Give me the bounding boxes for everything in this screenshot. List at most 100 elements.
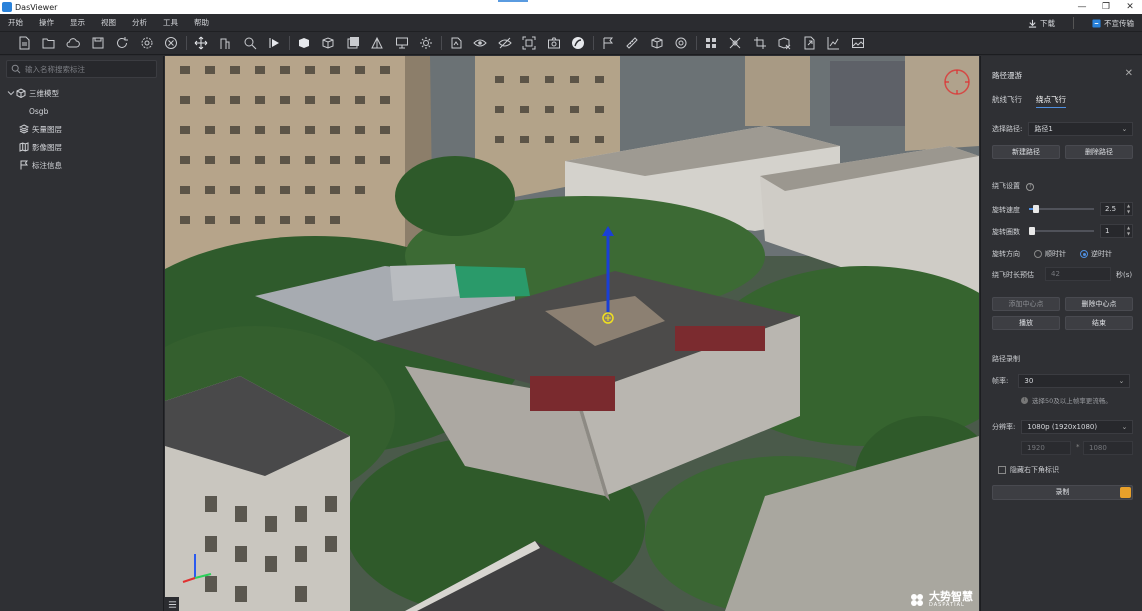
search-icon — [11, 64, 21, 74]
help-icon[interactable]: ? — [1026, 183, 1035, 191]
path-select[interactable]: 路径1 ⌄ — [1028, 122, 1134, 136]
cloud-icon[interactable] — [61, 33, 86, 53]
no-border-button[interactable]: 不宣传输 — [1092, 18, 1134, 29]
menu-start[interactable]: 开始 — [0, 14, 31, 32]
axis-toggle-icon[interactable] — [165, 597, 179, 611]
tab-orbit-flight[interactable]: 绕点飞行 — [1036, 94, 1066, 108]
frame-icon[interactable] — [517, 33, 542, 53]
image-icon[interactable] — [846, 33, 871, 53]
box-cut-icon[interactable] — [772, 33, 797, 53]
view-hide-icon[interactable] — [493, 33, 518, 53]
new-path-button[interactable]: 新建路径 — [992, 145, 1060, 159]
flag-icon[interactable] — [596, 33, 621, 53]
layer-tree: 三维模型 Osgb 矢量图层 影像图层 标注信息 — [0, 84, 164, 174]
search-input[interactable] — [25, 64, 155, 74]
3d-scene[interactable] — [165, 56, 979, 611]
resolution-value: 1080p (1920x1080) — [1027, 423, 1098, 431]
fps-select[interactable]: 30 ⌄ — [1018, 374, 1131, 388]
rotate-count-input[interactable]: 1 ▲ ▼ — [1100, 224, 1133, 238]
grid-icon[interactable] — [699, 33, 724, 53]
close-circle-icon[interactable] — [159, 33, 184, 53]
record-icon — [1120, 487, 1131, 498]
record-label: 录制 — [1055, 488, 1070, 496]
menu-help[interactable]: 帮助 — [186, 14, 217, 32]
chevron-down-icon[interactable] — [6, 88, 16, 98]
export-icon[interactable] — [797, 33, 822, 53]
cube-layers-icon[interactable] — [341, 33, 366, 53]
save-icon[interactable] — [86, 33, 111, 53]
3d-viewport[interactable]: 大势智慧 DASPATIAL — [165, 56, 979, 611]
rotate-icon[interactable] — [444, 33, 469, 53]
tree-item-vector[interactable]: 矢量图层 — [0, 120, 164, 138]
menu-analysis[interactable]: 分析 — [124, 14, 155, 32]
rotate-count-value: 1 — [1105, 227, 1110, 235]
new-file-icon[interactable] — [12, 33, 37, 53]
watermark-main: 大势智慧 — [929, 590, 973, 603]
settings-icon[interactable] — [135, 33, 160, 53]
record-button[interactable]: 录制 — [992, 485, 1133, 500]
tree-item-3d-model[interactable]: 三维模型 — [0, 84, 164, 102]
ruler-icon[interactable] — [620, 33, 645, 53]
tree-item-osgb[interactable]: Osgb — [0, 102, 164, 120]
hide-corner-checkbox[interactable] — [998, 466, 1006, 474]
tree-item-imagery[interactable]: 影像图层 — [0, 138, 164, 156]
tree-item-annotations[interactable]: 标注信息 — [0, 156, 164, 174]
menu-tools[interactable]: 工具 — [155, 14, 186, 32]
share-icon — [1092, 18, 1101, 28]
flag-icon — [20, 160, 28, 170]
app-logo-icon — [2, 2, 12, 12]
monitor-icon[interactable] — [390, 33, 415, 53]
daspatial-logo-icon — [911, 593, 923, 606]
add-center-button[interactable]: 添加中心点 — [992, 297, 1060, 311]
tab-route-flight[interactable]: 航线飞行 — [992, 94, 1022, 108]
menu-view[interactable]: 视图 — [93, 14, 124, 32]
pyramid-icon[interactable] — [365, 33, 390, 53]
rotate-count-slider[interactable] — [1029, 227, 1035, 235]
direction-cw-option[interactable]: 顺时针 — [1034, 249, 1066, 259]
cube-solid-icon[interactable] — [292, 33, 317, 53]
view-eye-icon[interactable] — [468, 33, 493, 53]
download-button[interactable]: 下载 — [1028, 18, 1055, 29]
rotate-speed-input[interactable]: 2.5 ▲ ▼ — [1100, 202, 1133, 216]
spin-arrows-icon[interactable]: ▲ ▼ — [1124, 225, 1132, 237]
tree-label-annotations: 标注信息 — [32, 160, 62, 170]
path-select-label: 选择路径: — [992, 125, 1023, 133]
play-path-icon[interactable] — [262, 33, 287, 53]
restore-icon[interactable]: ❐ — [1094, 0, 1118, 14]
cube-wire-icon[interactable] — [316, 33, 341, 53]
resolution-label: 分辨率: — [992, 423, 1016, 431]
minimize-icon[interactable]: — — [1070, 0, 1094, 14]
refresh-icon[interactable] — [110, 33, 135, 53]
close-window-icon[interactable]: ✕ — [1118, 0, 1142, 14]
target-icon[interactable] — [669, 33, 694, 53]
resolution-select[interactable]: 1080p (1920x1080) ⌄ — [1021, 420, 1134, 434]
close-icon[interactable]: ✕ — [1125, 68, 1133, 79]
play-button[interactable]: 播放 — [992, 316, 1060, 330]
radio-ccw[interactable] — [1080, 250, 1088, 258]
search-box[interactable] — [6, 60, 157, 78]
stop-button[interactable]: 结束 — [1065, 316, 1133, 330]
delete-path-button[interactable]: 删除路径 — [1065, 145, 1133, 159]
rotate-speed-slider[interactable] — [1032, 205, 1039, 213]
hide-corner-row[interactable]: 隐藏右下角标识 — [998, 465, 1059, 475]
volume-icon[interactable] — [645, 33, 670, 53]
clip-icon[interactable] — [723, 33, 748, 53]
delete-center-button[interactable]: 删除中心点 — [1065, 297, 1133, 311]
open-folder-icon[interactable] — [37, 33, 62, 53]
crop-icon[interactable] — [748, 33, 773, 53]
measure-building-icon[interactable] — [213, 33, 238, 53]
zoom-icon[interactable] — [238, 33, 263, 53]
light-icon[interactable] — [414, 33, 439, 53]
menu-display[interactable]: 显示 — [62, 14, 93, 32]
radio-cw[interactable] — [1034, 250, 1042, 258]
camera-icon[interactable] — [542, 33, 567, 53]
duration-input: 42 — [1045, 267, 1111, 281]
direction-ccw-option[interactable]: 逆时针 — [1080, 249, 1112, 259]
spin-arrows-icon[interactable]: ▲ ▼ — [1124, 203, 1132, 215]
fly-path-icon[interactable] — [566, 33, 591, 53]
menu-operate[interactable]: 操作 — [31, 14, 62, 32]
tree-label-imagery: 影像图层 — [32, 142, 62, 152]
move-icon[interactable] — [189, 33, 214, 53]
toolbar-separator — [592, 36, 594, 50]
chart-icon[interactable] — [821, 33, 846, 53]
